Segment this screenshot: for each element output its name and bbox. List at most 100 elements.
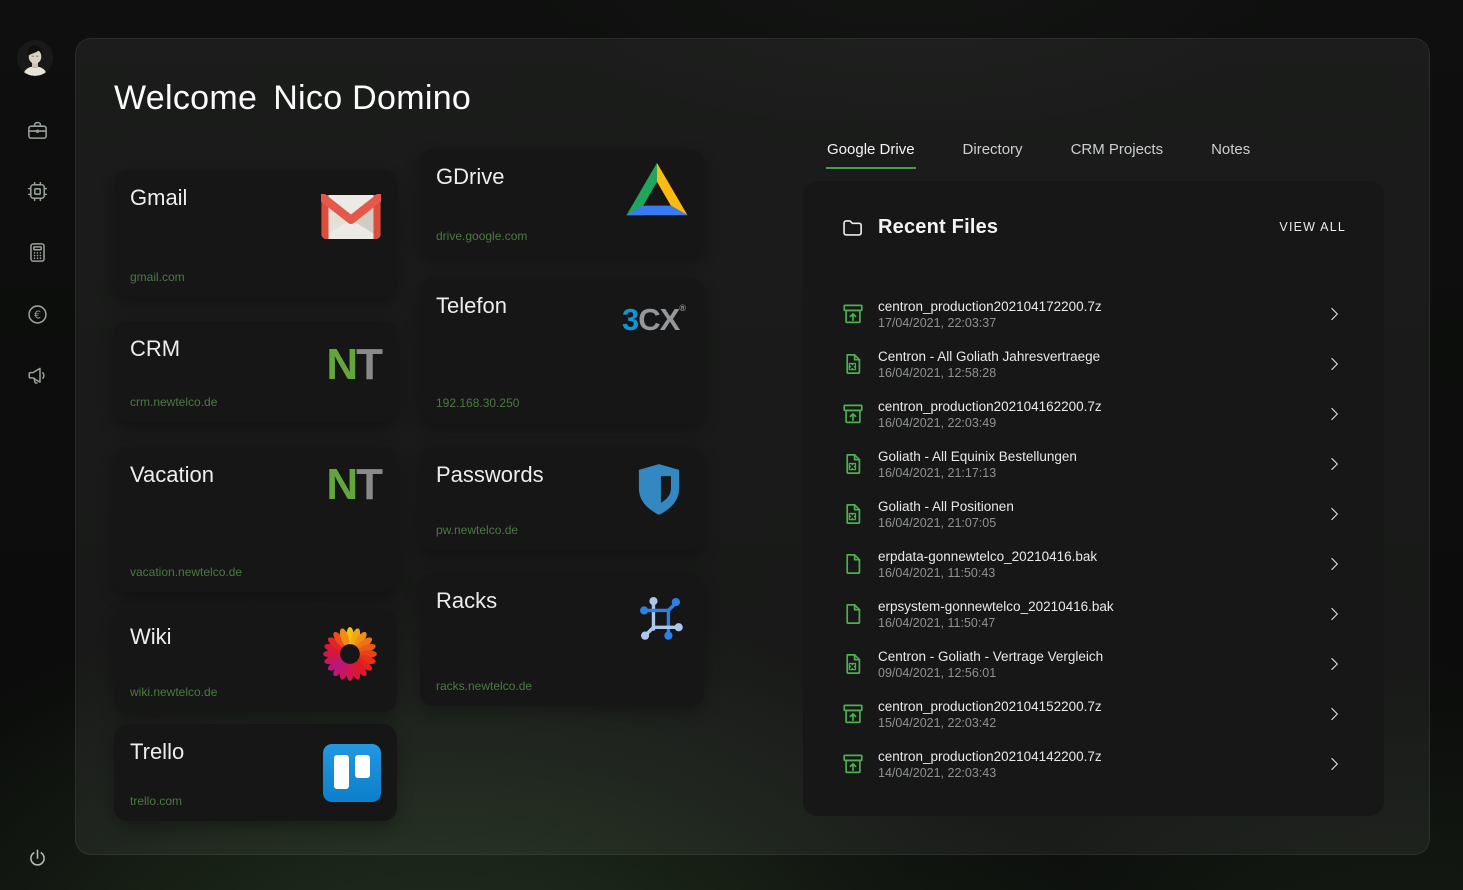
sidebar-item-announcements[interactable] xyxy=(24,362,50,388)
file-row[interactable]: centron_production202104162200.7z16/04/2… xyxy=(803,389,1384,439)
chevron-right-icon xyxy=(1324,754,1344,774)
folder-icon xyxy=(841,216,864,239)
sidebar-item-briefcase[interactable] xyxy=(24,117,50,143)
tab-google-drive[interactable]: Google Drive xyxy=(826,141,916,169)
file-timestamp: 16/04/2021, 11:50:47 xyxy=(878,616,1114,630)
file-name: Centron - All Goliath Jahresvertraege xyxy=(878,349,1100,364)
tile-title: Passwords xyxy=(436,462,544,488)
page-title: Welcome Nico Domino xyxy=(114,79,471,118)
file-timestamp: 09/04/2021, 12:56:01 xyxy=(878,666,1103,680)
tile-subtitle: pw.newtelco.de xyxy=(436,523,518,537)
file-name: centron_production202104152200.7z xyxy=(878,699,1102,714)
file-name: Goliath - All Positionen xyxy=(878,499,1014,514)
file-name: erpsystem-gonnewtelco_20210416.bak xyxy=(878,599,1114,614)
tab-directory[interactable]: Directory xyxy=(962,141,1024,169)
file-timestamp: 16/04/2021, 21:07:05 xyxy=(878,516,1014,530)
tile-telefon[interactable]: Telefon 3CX® 192.168.30.250 xyxy=(420,278,704,423)
spreadsheet-icon xyxy=(841,352,865,376)
tile-racks[interactable]: Racks xyxy=(420,573,704,706)
recent-files-title: Recent Files xyxy=(878,216,998,239)
file-timestamp: 16/04/2021, 22:03:49 xyxy=(878,416,1102,430)
file-row[interactable]: erpdata-gonnewtelco_20210416.bak16/04/20… xyxy=(803,539,1384,589)
file-row[interactable]: centron_production202104172200.7z 17/04/2… xyxy=(803,289,1384,339)
file-row[interactable]: Goliath - All Equinix Bestellungen 16/04/… xyxy=(803,439,1384,489)
file-name: Goliath - All Equinix Bestellungen xyxy=(878,449,1077,464)
chevron-right-icon xyxy=(1324,404,1344,424)
tile-vacation[interactable]: Vacation NT vacation.newtelco.de xyxy=(114,447,397,592)
newtelco-logo: NT xyxy=(326,343,381,387)
tile-wiki[interactable]: Wiki xyxy=(114,609,397,712)
tile-title: Racks xyxy=(436,588,497,614)
file-name: centron_production202104142200.7z xyxy=(878,749,1102,764)
google-drive-icon xyxy=(626,163,688,217)
document-icon xyxy=(841,602,865,626)
tile-trello[interactable]: Trello trello.com xyxy=(114,724,397,821)
sidebar: € xyxy=(0,0,75,890)
file-row[interactable]: erpsystem-gonnewtelco_20210416.bak 16/04/… xyxy=(803,589,1384,639)
recent-files-header: Recent Files VIEW ALL xyxy=(841,213,1346,241)
file-timestamp: 17/04/2021, 22:03:37 xyxy=(878,316,1102,330)
tile-title: Trello xyxy=(130,739,184,765)
megaphone-icon xyxy=(26,364,49,387)
tile-title: Wiki xyxy=(130,624,172,650)
file-list: centron_production202104172200.7z 17/04/2… xyxy=(803,289,1384,789)
sidebar-item-finance[interactable]: € xyxy=(24,301,50,327)
file-row[interactable]: Centron - All Goliath Jahresvertraege 16/… xyxy=(803,339,1384,389)
tile-title: Vacation xyxy=(130,462,214,488)
tile-subtitle: vacation.newtelco.de xyxy=(130,565,242,579)
recent-files-panel: Recent Files VIEW ALL centron_production… xyxy=(803,181,1384,816)
view-all-button[interactable]: VIEW ALL xyxy=(1279,220,1346,234)
main-panel: Welcome Nico Domino Gmail gmail.com CRM N… xyxy=(75,38,1430,855)
bitwarden-shield-icon xyxy=(636,461,682,519)
power-icon xyxy=(26,847,49,870)
archive-icon xyxy=(841,702,865,726)
wiki-sunflower-icon xyxy=(319,623,381,685)
file-name: Centron - Goliath - Vertrage Vergleich xyxy=(878,649,1103,664)
tile-subtitle: crm.newtelco.de xyxy=(130,395,217,409)
avatar[interactable] xyxy=(17,40,53,76)
file-timestamp: 16/04/2021, 21:17:13 xyxy=(878,466,1077,480)
file-row[interactable]: centron_production202104152200.7z 15/04/2… xyxy=(803,689,1384,739)
chevron-right-icon xyxy=(1324,354,1344,374)
spreadsheet-icon xyxy=(841,502,865,526)
file-row[interactable]: Goliath - All Positionen 16/04/2021, 21:0… xyxy=(803,489,1384,539)
tile-gmail[interactable]: Gmail gmail.com xyxy=(114,170,397,297)
tile-subtitle: drive.google.com xyxy=(436,229,527,243)
file-row[interactable]: Centron - Goliath - Vertrage Vergleich 09… xyxy=(803,639,1384,689)
greeting-text: Welcome xyxy=(114,79,257,117)
tile-gdrive[interactable]: GDrive drive.google.com xyxy=(420,149,704,256)
file-row[interactable]: centron_production202104142200.7z14/04/2… xyxy=(803,739,1384,789)
file-timestamp: 16/04/2021, 11:50:43 xyxy=(878,566,1097,580)
briefcase-icon xyxy=(26,119,49,142)
sidebar-item-devices[interactable] xyxy=(24,178,50,204)
tile-passwords[interactable]: Passwords pw.newtelco.de xyxy=(420,447,704,550)
euro-coin-icon: € xyxy=(26,303,49,326)
file-name: centron_production202104172200.7z xyxy=(878,299,1102,314)
tab-crm-projects[interactable]: CRM Projects xyxy=(1070,141,1165,169)
spreadsheet-icon xyxy=(841,652,865,676)
chevron-right-icon xyxy=(1324,304,1344,324)
user-name-text: Nico Domino xyxy=(273,79,471,117)
chevron-right-icon xyxy=(1324,704,1344,724)
sidebar-item-calculator[interactable] xyxy=(24,239,50,265)
spreadsheet-icon xyxy=(841,452,865,476)
tile-title: Gmail xyxy=(130,185,187,211)
3cx-logo: 3CX® xyxy=(622,304,686,335)
chevron-right-icon xyxy=(1324,554,1344,574)
power-button[interactable] xyxy=(24,845,50,871)
calculator-icon xyxy=(26,241,49,264)
trello-icon xyxy=(323,744,381,802)
tile-subtitle: wiki.newtelco.de xyxy=(130,685,217,699)
file-timestamp: 15/04/2021, 22:03:42 xyxy=(878,716,1102,730)
tile-crm[interactable]: CRM NT crm.newtelco.de xyxy=(114,321,397,422)
chevron-right-icon xyxy=(1324,654,1344,674)
tile-subtitle: gmail.com xyxy=(130,270,185,284)
tile-title: GDrive xyxy=(436,164,504,190)
chevron-right-icon xyxy=(1324,504,1344,524)
tile-subtitle: trello.com xyxy=(130,794,182,808)
tab-bar: Google Drive Directory CRM Projects Note… xyxy=(826,141,1251,169)
file-timestamp: 16/04/2021, 12:58:28 xyxy=(878,366,1100,380)
tab-notes[interactable]: Notes xyxy=(1210,141,1251,169)
user-photo xyxy=(17,40,53,76)
chevron-right-icon xyxy=(1324,454,1344,474)
